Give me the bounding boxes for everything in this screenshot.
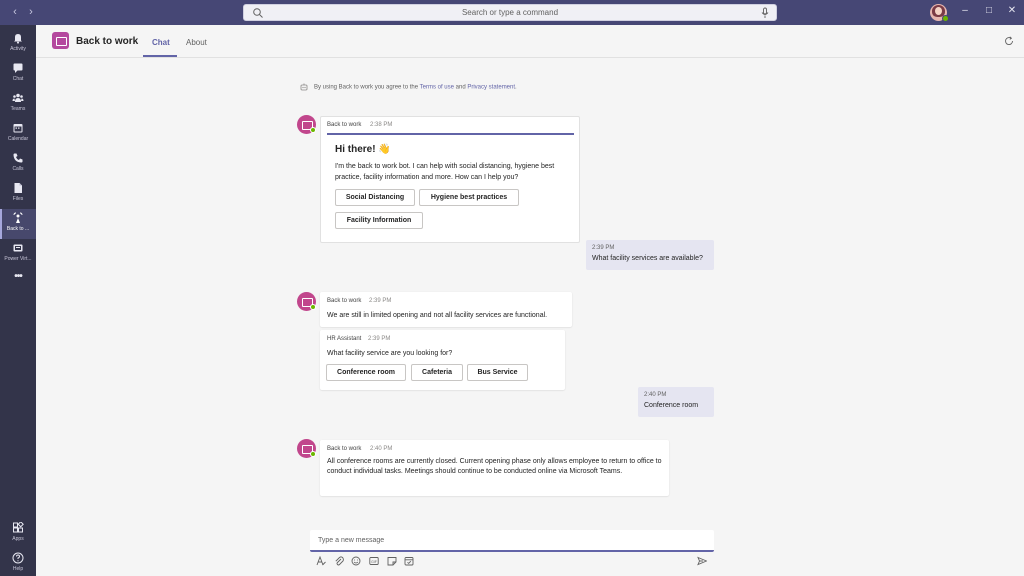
tab-about[interactable]: About (186, 38, 207, 47)
card-accent-line (327, 133, 574, 135)
rail-item-calls[interactable]: Calls (0, 149, 36, 179)
presence-available-icon (310, 451, 316, 457)
terms-of-use-link[interactable]: Terms of use (420, 85, 454, 91)
minimize-button[interactable]: – (958, 5, 972, 16)
format-icon[interactable] (316, 556, 326, 566)
bot-message: HR Assistant 2:39 PM What facility servi… (320, 330, 565, 390)
briefcase-icon (52, 32, 69, 49)
message-time: 2:40 PM (370, 446, 393, 452)
schedule-meeting-icon[interactable] (404, 556, 414, 566)
help-icon (12, 552, 24, 564)
gif-icon[interactable]: GIF (369, 556, 379, 566)
sent-message: 2:40 PM Conference room (638, 387, 714, 417)
microphone-icon[interactable] (760, 7, 770, 19)
message-text: All conference rooms are currently close… (327, 458, 662, 475)
message-sender: Back to work (327, 122, 362, 128)
cafeteria-button[interactable]: Cafeteria (411, 364, 463, 381)
message-time: 2:40 PM (644, 392, 667, 398)
welcome-card: Back to work 2:38 PM Hi there! 👋 I'm the… (320, 116, 580, 243)
app-header: Back to work Chat About (36, 25, 1024, 58)
chat-icon (13, 63, 23, 73)
close-button[interactable]: ✕ (1005, 5, 1019, 16)
svg-text:GIF: GIF (371, 560, 377, 564)
card-text: I'm the back to work bot. I can help wit… (335, 163, 555, 181)
message-text: Conference room (644, 402, 699, 409)
attach-icon[interactable] (334, 556, 344, 566)
title-bar: ‹ › Search or type a command – □ ✕ (0, 0, 1024, 25)
message-time: 2:39 PM (369, 298, 392, 304)
send-icon[interactable] (697, 556, 707, 566)
power-virtual-agents-icon (13, 244, 23, 252)
rail-item-chat[interactable]: Chat (0, 59, 36, 89)
rail-item-activity[interactable]: Activity (0, 29, 36, 59)
file-icon (14, 183, 22, 193)
presence-available-icon (942, 15, 949, 22)
forward-arrow-icon[interactable]: › (25, 6, 37, 18)
app-rail: Activity Chat Teams Calendar Calls Files… (0, 25, 36, 576)
back-to-work-icon (13, 212, 23, 223)
rail-item-more[interactable]: ••• (0, 269, 36, 299)
bot-icon (300, 83, 308, 91)
message-time: 2:39 PM (592, 245, 615, 251)
rail-item-back-to-work[interactable]: Back to ... (0, 209, 36, 239)
maximize-button[interactable]: □ (982, 5, 996, 16)
message-text: We are still in limited opening and not … (327, 312, 548, 319)
conference-room-button[interactable]: Conference room (326, 364, 406, 381)
message-time: 2:39 PM (368, 336, 391, 342)
bus-service-button[interactable]: Bus Service (467, 364, 528, 381)
rail-item-power-virtual-agents[interactable]: Power Virt... (0, 239, 36, 269)
search-box[interactable]: Search or type a command (243, 4, 777, 21)
presence-available-icon (310, 304, 316, 310)
hygiene-best-practices-button[interactable]: Hygiene best practices (419, 189, 519, 206)
message-text: What facility service are you looking fo… (327, 350, 453, 357)
rail-item-files[interactable]: Files (0, 179, 36, 209)
bot-message: Back to work 2:39 PM We are still in lim… (320, 292, 572, 327)
presence-available-icon (310, 127, 316, 133)
search-placeholder: Search or type a command (461, 8, 559, 17)
compose-box[interactable]: Type a new message (310, 530, 714, 552)
page-title: Back to work (76, 36, 139, 47)
calendar-icon (13, 124, 23, 133)
message-text: What facility services are available? (592, 255, 703, 262)
compose-placeholder: Type a new message (318, 537, 385, 544)
rail-item-apps[interactable]: Apps (0, 519, 36, 549)
message-sender: HR Assistant (327, 336, 362, 342)
facility-information-button[interactable]: Facility Information (335, 212, 423, 229)
message-sender: Back to work (327, 446, 362, 452)
tab-chat[interactable]: Chat (152, 38, 170, 47)
rail-item-help[interactable]: Help (0, 549, 36, 576)
message-sender: Back to work (327, 298, 362, 304)
privacy-statement-link[interactable]: Privacy statement (467, 85, 515, 91)
message-time: 2:38 PM (370, 122, 393, 128)
teams-icon (12, 93, 24, 102)
apps-icon (13, 522, 24, 533)
sticker-icon[interactable] (387, 556, 397, 566)
rail-item-calendar[interactable]: Calendar (0, 119, 36, 149)
more-icon: ••• (14, 271, 23, 282)
bot-message: Back to work 2:40 PM All conference room… (320, 440, 669, 496)
card-title: Hi there! 👋 (335, 144, 391, 155)
sent-message: 2:39 PM What facility services are avail… (586, 240, 714, 270)
social-distancing-button[interactable]: Social Distancing (335, 189, 415, 206)
back-arrow-icon[interactable]: ‹ (9, 6, 21, 18)
active-tab-indicator (143, 55, 177, 57)
emoji-icon[interactable] (351, 556, 361, 566)
bell-icon (14, 34, 22, 44)
rail-item-teams[interactable]: Teams (0, 89, 36, 119)
refresh-icon[interactable] (1004, 36, 1014, 46)
consent-notice: By using Back to work you agree to the T… (300, 83, 517, 91)
phone-icon (13, 153, 23, 163)
